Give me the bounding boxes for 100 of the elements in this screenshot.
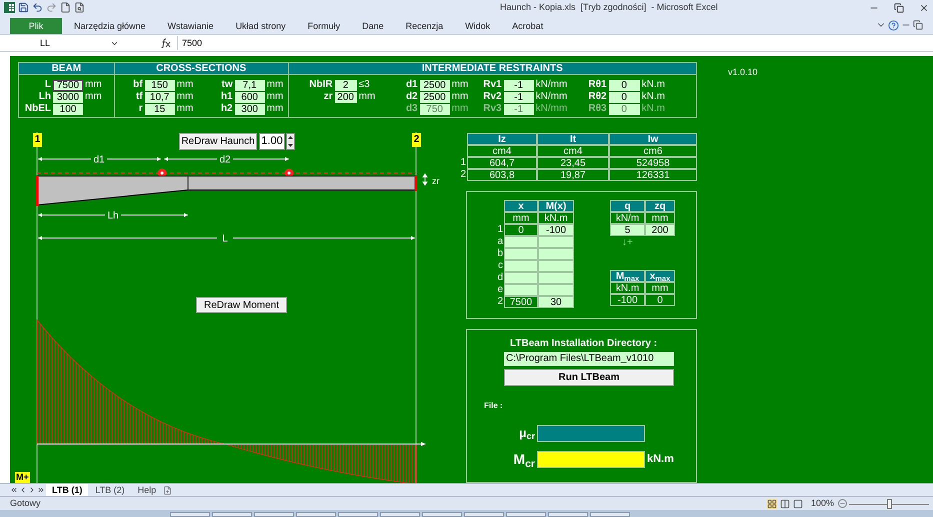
page-break-icon[interactable] [792, 498, 803, 508]
table-cell[interactable] [538, 248, 574, 260]
restore-icon[interactable] [894, 2, 904, 12]
input-field[interactable]: 150 [144, 80, 175, 90]
unit-cell: kN.m [610, 282, 645, 294]
table-cell[interactable] [538, 260, 574, 272]
directory-field[interactable]: C:\Program Files\LTBeam_v1010 [504, 352, 674, 366]
ribbon-tab[interactable]: Układ strony [226, 18, 296, 34]
input-field[interactable]: 600 [234, 92, 265, 102]
input-field[interactable]: 2500 [420, 80, 450, 90]
dimension-label: zr [432, 176, 440, 186]
table-cell[interactable] [538, 284, 574, 296]
table-cell[interactable] [504, 248, 538, 260]
input-field[interactable]: -1 [504, 92, 534, 102]
name-box[interactable]: LL [2, 36, 110, 50]
taskbar-button[interactable] [254, 512, 294, 517]
input-field[interactable]: -1 [504, 80, 534, 90]
ribbon-tab[interactable]: Plik [10, 18, 62, 34]
taskbar-button[interactable] [380, 512, 420, 517]
run-ltbeam-button[interactable]: Run LTBeam [504, 369, 674, 386]
field-label: L [44, 79, 51, 91]
page-layout-icon[interactable] [780, 498, 790, 508]
ribbon-tab[interactable]: Dane [352, 18, 394, 34]
table-cell[interactable]: -100 [538, 224, 574, 236]
unit-cell: mm [645, 212, 675, 224]
field-label: Rθ3 [587, 103, 607, 115]
input-field[interactable]: 0 [608, 80, 640, 90]
table-cell[interactable] [538, 272, 574, 284]
ribbon-tab[interactable]: Widok [455, 18, 500, 34]
ribbon-tab[interactable]: Acrobat [502, 18, 554, 34]
input-field[interactable]: 2 [334, 80, 357, 90]
taskbar-button[interactable] [296, 512, 336, 517]
unit-label: mm [176, 91, 194, 102]
input-field[interactable]: 300 [234, 104, 265, 114]
unit-label: mm [85, 79, 102, 90]
scale-field[interactable]: 1.00 [259, 133, 285, 150]
mcr-label: M$_{cr}$ [512, 450, 535, 470]
input-field[interactable]: 10,7 [144, 92, 175, 102]
restore-icon[interactable] [913, 20, 923, 30]
input-field[interactable]: 7500 [53, 80, 83, 90]
version-label: v1.0.10 [728, 66, 758, 79]
last-sheet-icon[interactable] [37, 486, 45, 494]
close-icon[interactable] [919, 2, 929, 12]
row-label: 1 [497, 224, 504, 236]
taskbar-button[interactable] [338, 512, 378, 517]
taskbar-button[interactable] [422, 512, 462, 517]
redraw-haunch-button[interactable]: ReDraw Haunch [179, 133, 257, 150]
zoom-slider[interactable] [849, 498, 929, 508]
undo-icon[interactable] [32, 2, 43, 13]
save-icon[interactable] [18, 2, 29, 13]
taskbar-button[interactable] [548, 512, 588, 517]
next-sheet-icon[interactable] [28, 486, 36, 494]
taskbar-button[interactable] [170, 512, 210, 517]
section-header: INTERMEDIATE RESTRAINTS [288, 63, 696, 75]
zoom-slider-thumb[interactable] [886, 498, 892, 508]
input-field[interactable]: 3000 [53, 92, 83, 102]
sheet-tab[interactable]: Help [132, 484, 162, 496]
ribbon-tab[interactable]: Formuły [298, 18, 350, 34]
input-field[interactable]: 0 [608, 92, 640, 102]
taskbar-button[interactable] [464, 512, 504, 517]
sheet-tab[interactable]: LTB (1) [46, 484, 88, 496]
formula-field[interactable]: 7500 [177, 36, 931, 50]
table-cell[interactable] [504, 260, 538, 272]
table-cell[interactable] [504, 284, 538, 296]
ribbon-tab[interactable]: Wstawianie [158, 18, 224, 34]
function-icon[interactable] [159, 37, 171, 49]
zoom-out-icon[interactable] [838, 499, 847, 508]
zr-arrow-icon [422, 174, 428, 186]
table-cell[interactable] [504, 236, 538, 248]
column-header: zq [645, 200, 675, 212]
unit-label: ≤3 [358, 79, 370, 90]
input-field[interactable]: 7,1 [234, 80, 265, 90]
spinner-icon[interactable] [286, 133, 295, 150]
field-label: Rv1 [482, 79, 502, 91]
taskbar-button[interactable] [590, 512, 630, 517]
unit-label: kN.m [647, 452, 674, 468]
column-header: q [610, 200, 645, 212]
input-field[interactable]: 100 [53, 104, 83, 114]
print-preview-icon[interactable] [74, 2, 85, 13]
redraw-moment-button[interactable]: ReDraw Moment [196, 297, 287, 313]
table-cell[interactable]: 30 [538, 296, 574, 308]
input-field[interactable]: 200 [334, 92, 357, 102]
table-cell[interactable]: 200 [645, 224, 675, 236]
table-cell[interactable] [504, 272, 538, 284]
input-field[interactable]: 15 [144, 104, 175, 114]
ribbon-tab[interactable]: Narzędzia główne [64, 18, 156, 34]
first-sheet-icon[interactable] [10, 486, 18, 494]
ribbon-tab[interactable]: Recenzja [396, 18, 454, 34]
help-icon[interactable] [888, 20, 899, 31]
taskbar-button[interactable] [212, 512, 252, 517]
previous-sheet-icon[interactable] [19, 486, 27, 494]
sheet-tab[interactable]: LTB (2) [89, 484, 131, 496]
table-cell[interactable] [538, 236, 574, 248]
new-file-icon[interactable] [60, 2, 71, 13]
taskbar-button[interactable] [506, 512, 546, 517]
unit-cell: kN.m [538, 212, 574, 224]
table-cell[interactable]: 5 [610, 224, 645, 236]
new-sheet-icon[interactable] [163, 486, 172, 494]
input-field[interactable]: 2500 [420, 92, 450, 102]
normal-view-icon[interactable] [766, 498, 777, 508]
